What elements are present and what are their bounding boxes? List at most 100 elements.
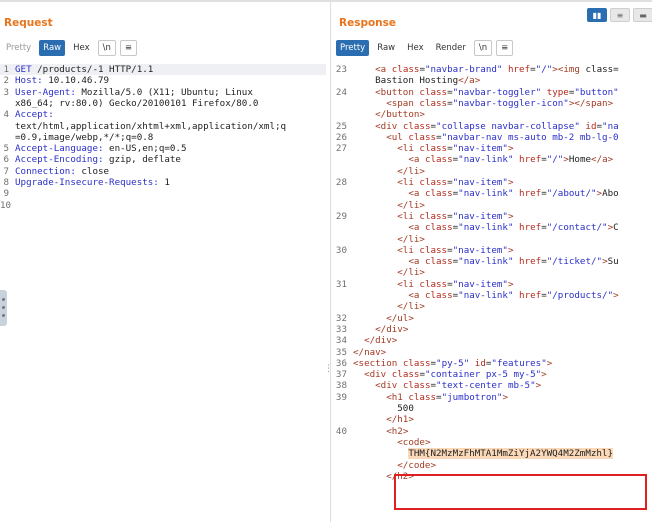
response-line: </div> [364, 335, 398, 347]
single-pane-icon[interactable]: ▬ [633, 8, 652, 22]
request-header-value: Mozilla/5.0 (X11; Ubuntu; Linux [75, 86, 253, 98]
response-line: <button class="navbar-toggler" type="but… [375, 86, 619, 98]
request-line: GET /products/-1 HTTP/1.1 [15, 64, 153, 75]
response-toolbar: Pretty Raw Hex Render \n ≡ [336, 40, 514, 56]
pane-drag-handle-icon[interactable]: ⋮ [324, 365, 333, 378]
response-menu-icon[interactable]: ≡ [496, 40, 514, 56]
response-line: <div class="collapse navbar-collapse" id… [375, 120, 619, 132]
request-newline-toggle[interactable]: \n [97, 40, 116, 56]
response-line: <a class="navbar-brand" href="/"><img cl… [375, 64, 619, 75]
response-line: </li> [397, 301, 425, 313]
request-line: Host: 10.10.46.79 [15, 75, 109, 86]
response-line: <a class="nav-link" href="/contact/">C [408, 222, 619, 234]
side-panel-grip[interactable] [0, 290, 7, 326]
split-columns-icon[interactable]: ▮▮ [587, 8, 607, 22]
response-line-number: 40 [335, 425, 347, 437]
response-line-number: 23 [335, 64, 347, 75]
request-header-key: Upgrade-Insecure-Requests: [15, 177, 159, 188]
response-line-number: 34 [335, 335, 347, 347]
request-toolbar: Pretty Raw Hex \n ≡ [2, 40, 138, 56]
response-line: </button> [375, 109, 425, 121]
response-line: </li> [397, 165, 425, 177]
window-top-border [0, 0, 652, 2]
request-raw-tab[interactable]: Raw [39, 40, 66, 56]
response-render-tab[interactable]: Render [432, 40, 470, 56]
request-title: Request [4, 17, 53, 29]
pane-divider[interactable] [330, 0, 331, 522]
request-line: text/html,application/xhtml+xml,applicat… [15, 121, 286, 132]
response-line-number: 33 [335, 323, 347, 335]
response-line: </h1> [386, 414, 414, 426]
response-line: </li> [397, 267, 425, 279]
response-line: <a class="nav-link" href="/ticket/">Su [408, 256, 619, 268]
response-pretty-tab[interactable]: Pretty [336, 40, 370, 56]
request-header-key: Connection: [15, 165, 76, 177]
request-line: Accept-Encoding: gzip, deflate [15, 154, 181, 165]
flag-highlight-box [394, 474, 647, 510]
response-line: <div class="text-center mb-5"> [375, 380, 542, 392]
response-line: <a class="nav-link" href="/">Home</a> [408, 154, 614, 166]
response-raw-tab[interactable]: Raw [373, 40, 399, 56]
request-header-key: GET [15, 64, 32, 75]
request-header-value: =0.9,image/webp,*/*;q=0.8 [15, 131, 154, 143]
response-line-number: 27 [335, 143, 347, 155]
response-line: </ul> [386, 312, 414, 324]
request-line-number: 5 [3, 143, 9, 155]
response-line: </code> [397, 459, 437, 471]
request-header-value: close [75, 165, 110, 177]
response-line: 500 [353, 403, 414, 414]
request-header-value: text/html,application/xhtml+xml,applicat… [15, 120, 287, 132]
response-line: </nav> [353, 346, 387, 358]
request-header-value: 1 [158, 177, 170, 188]
request-header-value: 10.10.46.79 [42, 75, 110, 87]
request-pretty-tab[interactable]: Pretty [2, 40, 35, 56]
response-title: Response [339, 17, 397, 29]
response-newline-toggle[interactable]: \n [473, 40, 493, 56]
request-header-key: Accept: [15, 109, 54, 121]
response-line-number: 39 [335, 391, 347, 403]
request-header-key: Accept-Language: [15, 143, 104, 155]
response-line: <section class="py-5" id="features"> [353, 357, 553, 369]
response-line: <h2> [386, 425, 409, 437]
request-line: Connection: close [15, 166, 109, 177]
response-hex-tab[interactable]: Hex [403, 40, 428, 56]
flag-text: THM{N2MzMzFhMTA1MmZiYjA2YWQ4M2ZmMzhl} [353, 448, 613, 460]
response-line-number: 36 [335, 357, 347, 369]
request-line: Accept: [15, 109, 54, 120]
request-line-number: 4 [3, 109, 9, 121]
response-line: <div class="container px-5 my-5"> [364, 369, 547, 381]
request-line-number: 10 [0, 199, 12, 211]
response-line: <a class="nav-link" href="/about/">Abo [408, 188, 619, 200]
response-line: <ul class="navbar-nav ms-auto mb-2 mb-lg… [386, 131, 619, 143]
request-header-key: Accept-Encoding: [15, 154, 104, 166]
split-rows-icon[interactable]: ≡ [610, 8, 630, 22]
request-header-key: Host: [15, 75, 43, 87]
response-line: <a class="nav-link" href="/products/"> [408, 290, 619, 301]
response-line-number: 24 [335, 86, 347, 98]
response-line: </li> [397, 233, 425, 245]
response-line-number: 38 [335, 380, 347, 392]
response-line: <li class="nav-item"> [397, 278, 514, 290]
response-line: </div> [375, 323, 409, 335]
response-line-number: 26 [335, 131, 347, 143]
response-line: Bastion Hosting</a> [353, 75, 481, 87]
request-line-number: 9 [3, 188, 9, 200]
response-line: <span class="navbar-toggler-icon"></span… [386, 97, 614, 109]
request-line: x86_64; rv:80.0) Gecko/20100101 Firefox/… [15, 98, 258, 109]
response-line: <h1 class="jumbotron"> [386, 391, 508, 403]
request-line-number: 6 [3, 154, 9, 166]
response-line-number: 25 [335, 120, 347, 132]
response-line-number: 28 [335, 177, 347, 188]
request-menu-icon[interactable]: ≡ [119, 40, 138, 56]
response-line: </li> [397, 199, 425, 211]
response-line: <code> [397, 436, 431, 448]
request-header-value: x86_64; rv:80.0) Gecko/20100101 Firefox/… [15, 97, 259, 109]
request-hex-tab[interactable]: Hex [69, 40, 94, 56]
request-line: =0.9,image/webp,*/*;q=0.8 [15, 132, 153, 143]
flag-value: THM{N2MzMzFhMTA1MmZiYjA2YWQ4M2ZmMzhl} [408, 448, 613, 460]
request-line: Upgrade-Insecure-Requests: 1 [15, 177, 170, 188]
response-line-number: 30 [335, 244, 347, 256]
request-line-number: 7 [3, 165, 9, 177]
layout-toggle-group: ▮▮ ≡ ▬ [587, 8, 652, 22]
request-header-value: /products/-1 HTTP/1.1 [31, 64, 154, 75]
